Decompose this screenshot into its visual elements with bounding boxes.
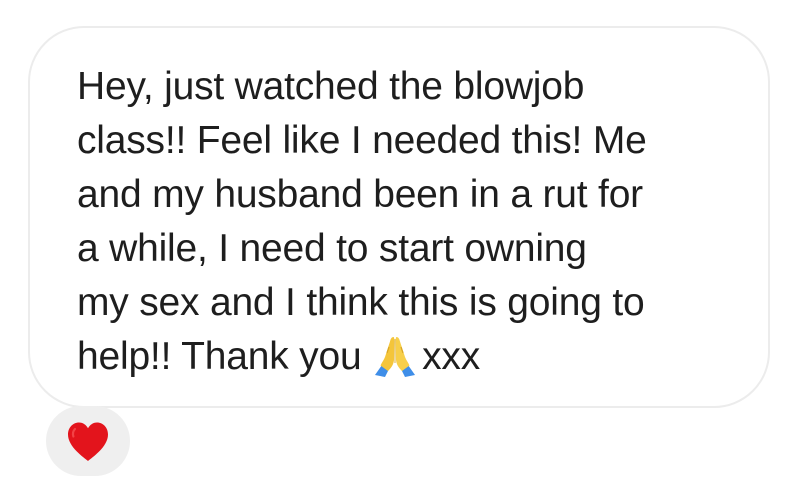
message-last-line: help!! Thank you xxx [77, 330, 767, 384]
red-heart-icon [68, 422, 108, 461]
message-line-suffix: xxx [422, 335, 480, 378]
message-line: my sex and I think this is going to [77, 281, 645, 324]
message-line: Hey, just watched the blowjob [77, 65, 585, 108]
folded-hands-icon [372, 333, 418, 379]
message-line: and my husband been in a rut for [77, 173, 643, 216]
reaction-bubble[interactable] [46, 406, 130, 476]
message-line: class!! Feel like I needed this! Me [77, 119, 647, 162]
message-text: Hey, just watched the blowjob class!! Fe… [77, 60, 767, 384]
message-line: a while, I need to start owning [77, 227, 587, 270]
message-line-prefix: help!! Thank you [77, 335, 373, 378]
